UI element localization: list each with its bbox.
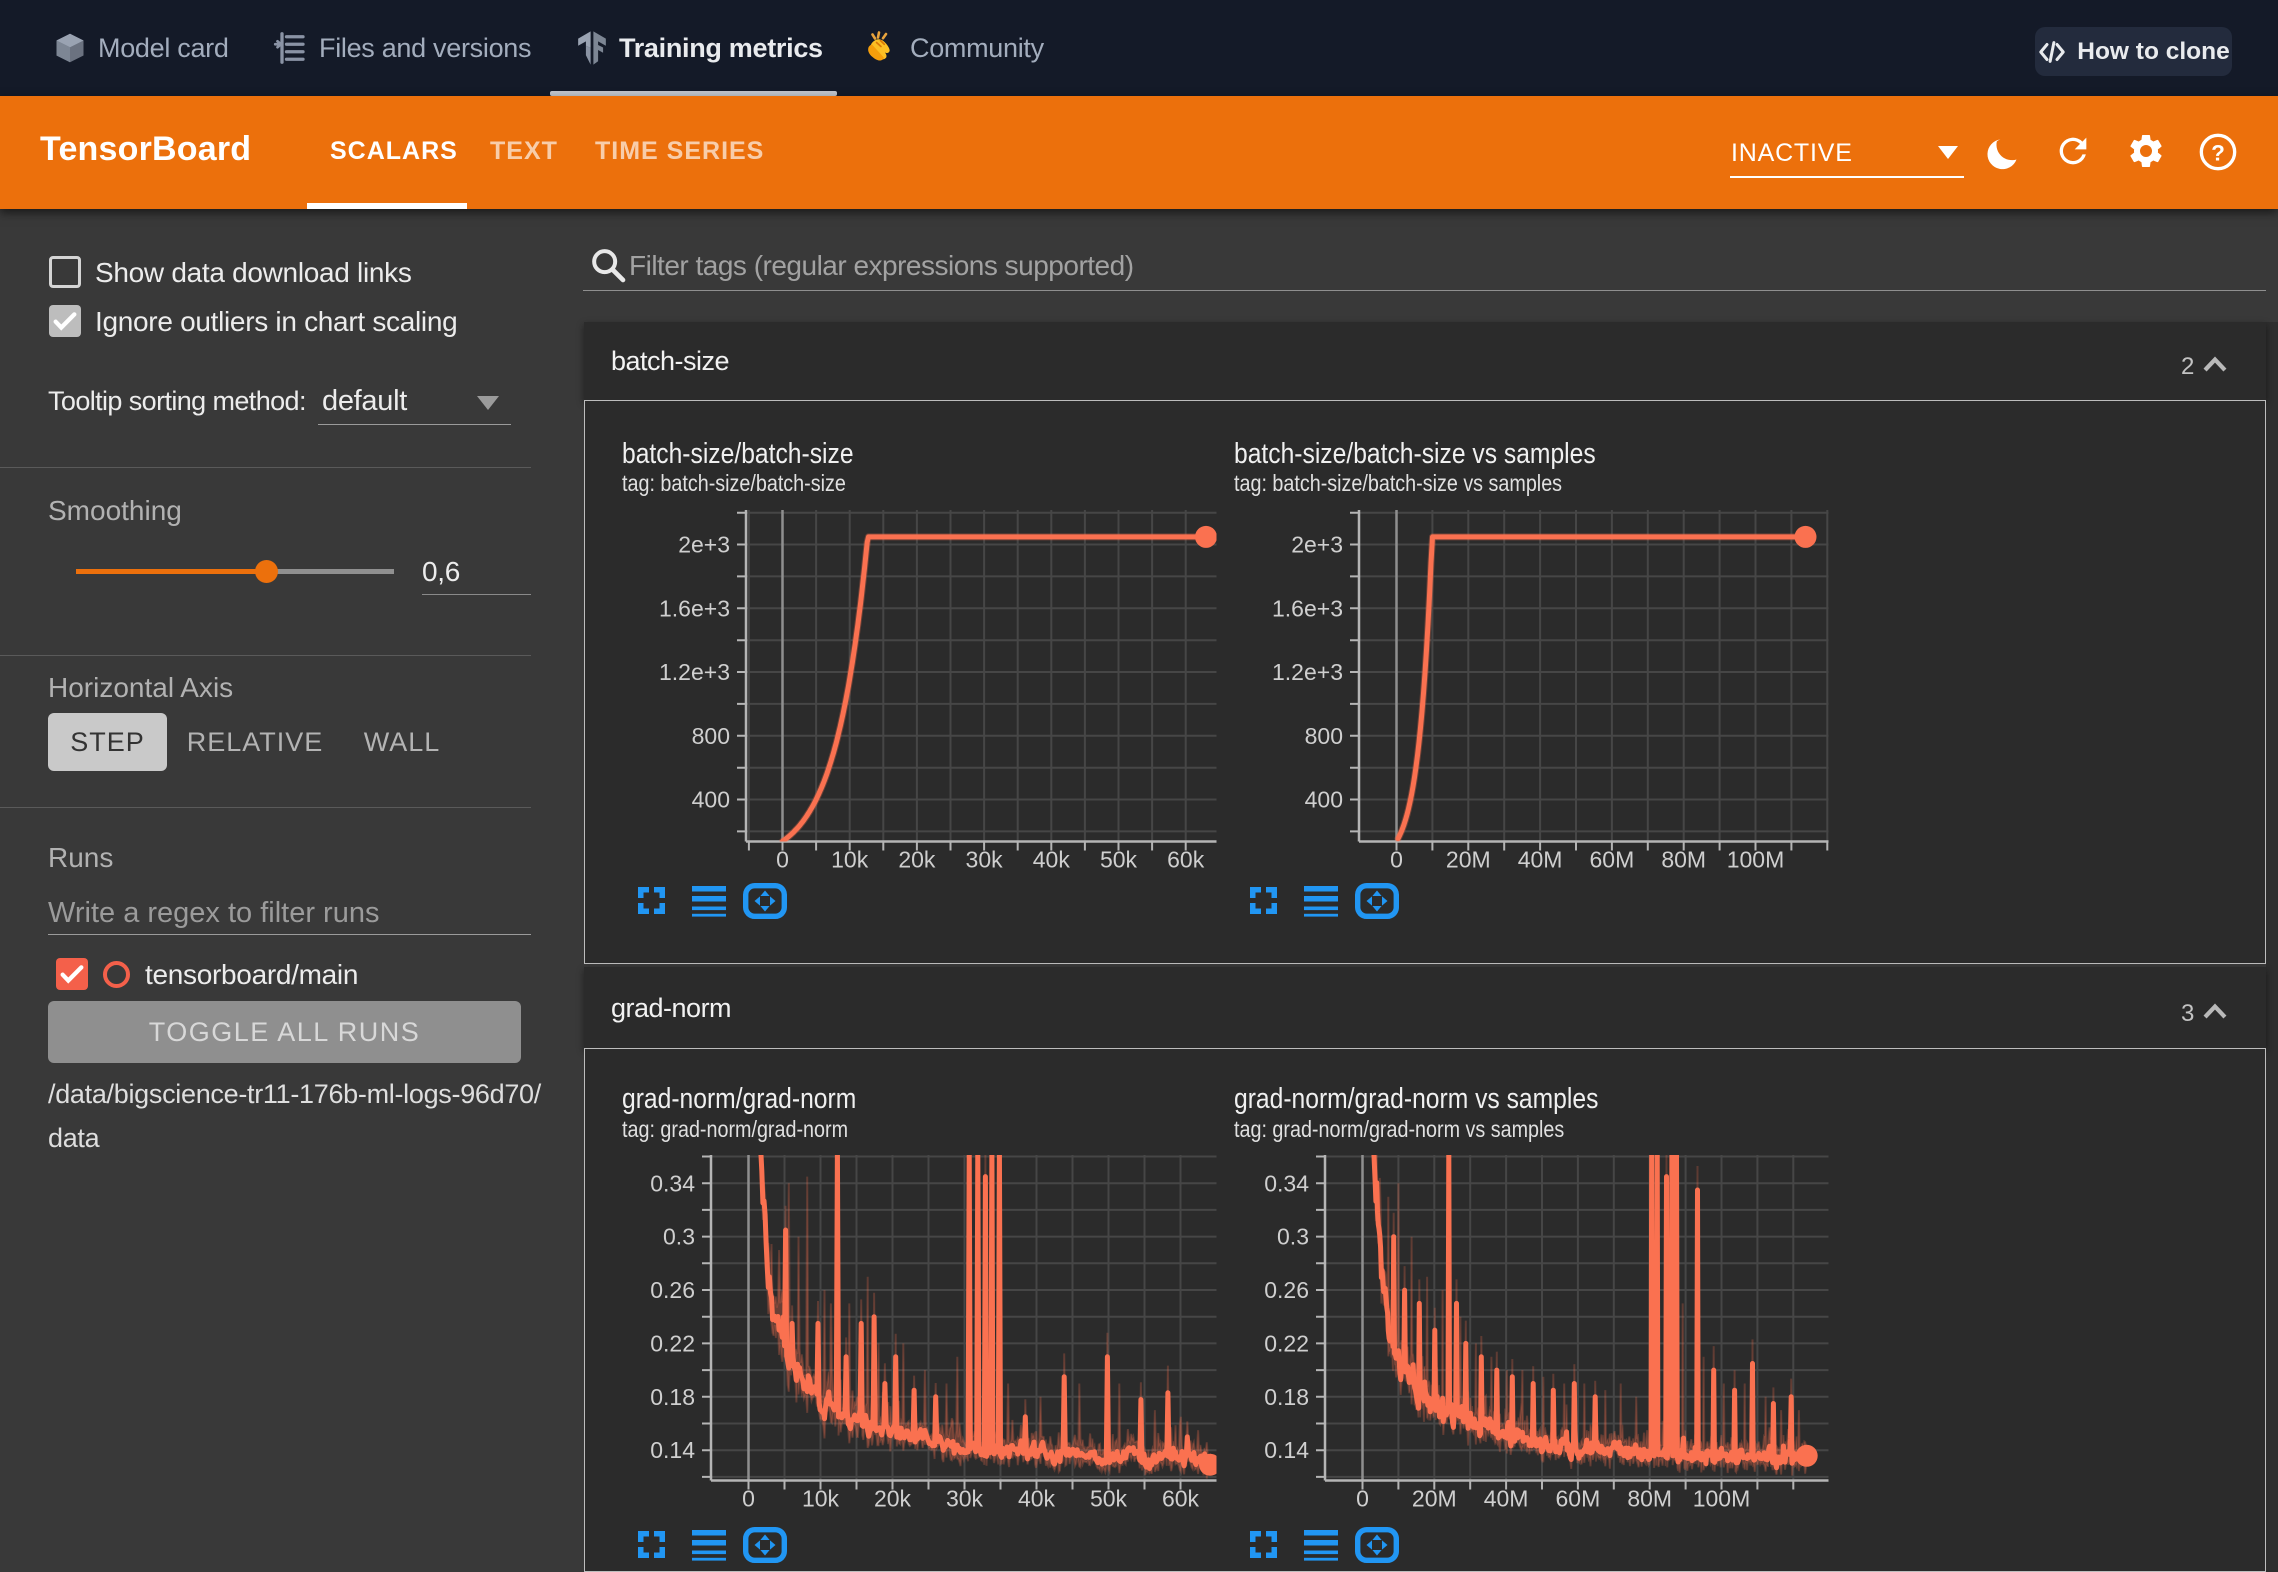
svg-text:60k: 60k [1161,1486,1199,1512]
svg-text:0.22: 0.22 [1264,1330,1309,1356]
svg-text:60M: 60M [1555,1486,1600,1512]
svg-text:800: 800 [691,723,729,749]
svg-text:0: 0 [1356,1486,1369,1512]
svg-text:2e+3: 2e+3 [1291,532,1343,558]
svg-text:0.26: 0.26 [650,1277,695,1303]
svg-text:1.2e+3: 1.2e+3 [659,659,730,685]
svg-text:20M: 20M [1411,1486,1456,1512]
svg-text:40M: 40M [1483,1486,1528,1512]
svg-text:0.14: 0.14 [650,1437,695,1463]
svg-text:80M: 80M [1627,1486,1672,1512]
svg-text:10k: 10k [831,847,869,873]
svg-text:0.3: 0.3 [1277,1224,1309,1250]
svg-text:1.6e+3: 1.6e+3 [1272,595,1343,621]
svg-text:20k: 20k [873,1486,911,1512]
svg-text:?: ? [2211,140,2225,165]
svg-text:60M: 60M [1589,847,1634,873]
svg-text:40k: 40k [1032,847,1070,873]
svg-text:0: 0 [776,847,789,873]
svg-text:40M: 40M [1517,847,1562,873]
svg-text:0.34: 0.34 [1264,1170,1309,1196]
svg-text:400: 400 [691,787,729,813]
svg-text:1.6e+3: 1.6e+3 [659,595,730,621]
svg-text:2e+3: 2e+3 [678,532,730,558]
svg-text:100M: 100M [1692,1486,1750,1512]
svg-text:0.18: 0.18 [650,1384,695,1410]
svg-text:1.2e+3: 1.2e+3 [1272,659,1343,685]
svg-text:50k: 50k [1099,847,1137,873]
svg-text:20k: 20k [898,847,936,873]
svg-text:400: 400 [1304,787,1342,813]
svg-text:40k: 40k [1017,1486,1055,1512]
svg-text:0.22: 0.22 [650,1330,695,1356]
svg-text:0.3: 0.3 [663,1224,695,1250]
svg-text:0.26: 0.26 [1264,1277,1309,1303]
svg-text:100M: 100M [1726,847,1784,873]
svg-text:20M: 20M [1445,847,1490,873]
svg-text:0: 0 [1390,847,1403,873]
svg-text:80M: 80M [1661,847,1706,873]
svg-text:30k: 30k [945,1486,983,1512]
svg-text:800: 800 [1304,723,1342,749]
svg-text:60k: 60k [1167,847,1205,873]
svg-text:0.34: 0.34 [650,1170,695,1196]
svg-text:30k: 30k [965,847,1003,873]
svg-text:0.18: 0.18 [1264,1384,1309,1410]
svg-text:0: 0 [742,1486,755,1512]
svg-text:50k: 50k [1089,1486,1127,1512]
svg-text:0.14: 0.14 [1264,1437,1309,1463]
svg-text:10k: 10k [801,1486,839,1512]
